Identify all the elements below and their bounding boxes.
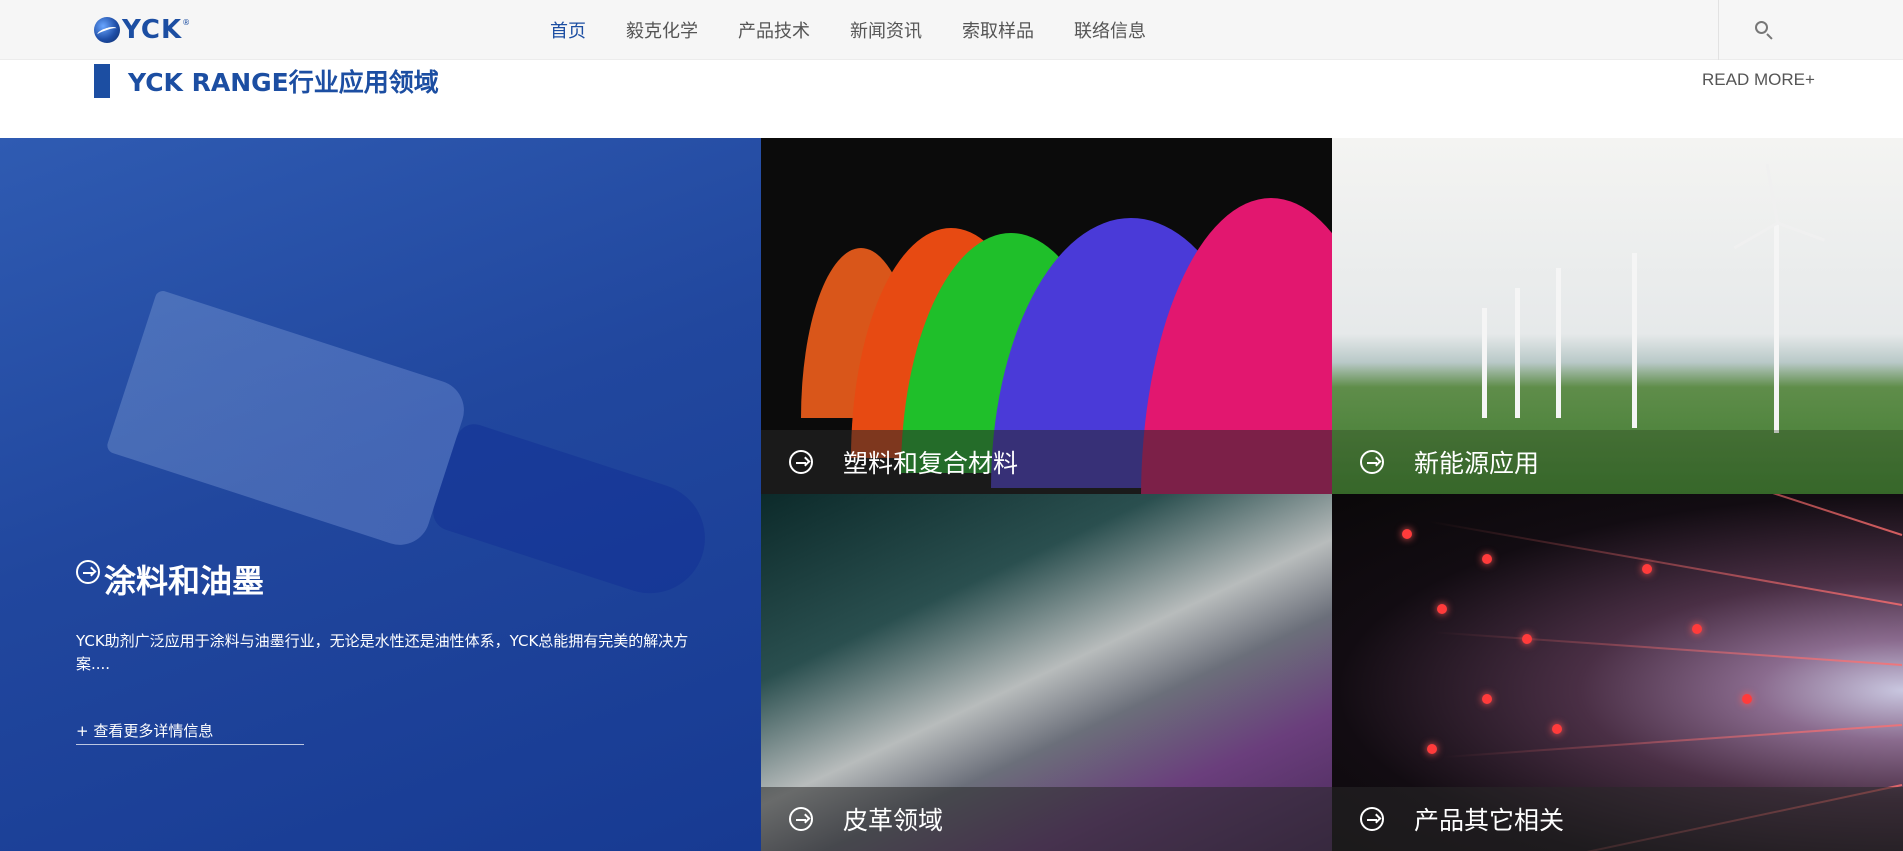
tile-leather[interactable]: 皮革领域: [761, 494, 1332, 851]
tile-label-bar: 皮革领域: [761, 787, 1332, 851]
feature-title-row: 涂料和油墨: [76, 542, 264, 602]
arrow-circle-icon: [1360, 807, 1384, 831]
tile-other-products[interactable]: 产品其它相关: [1332, 494, 1903, 851]
heading-accent-bar: [94, 64, 110, 98]
search-button[interactable]: [1718, 0, 1808, 60]
top-navigation-bar: YCK ® 首页 毅克化学 产品技术 新闻资讯 索取样品 联络信息: [0, 0, 1903, 60]
search-icon: [1754, 21, 1773, 40]
tile-label-bar: 塑料和复合材料: [761, 430, 1332, 494]
nav-item-products[interactable]: 产品技术: [738, 17, 810, 43]
globe-logo-icon: [94, 17, 120, 43]
nav-item-home[interactable]: 首页: [550, 17, 586, 43]
nav-item-contact[interactable]: 联络信息: [1074, 17, 1146, 43]
nav-item-samples[interactable]: 索取样品: [962, 17, 1034, 43]
feature-tile-coatings[interactable]: 涂料和油墨 YCK助剂广泛应用于涂料与油墨行业，无论是水性还是油性体系，YCK总…: [0, 138, 761, 851]
tile-plastics[interactable]: 塑料和复合材料: [761, 138, 1332, 494]
tile-new-energy[interactable]: 新能源应用: [1332, 138, 1903, 494]
section-title: YCK RANGE行业应用领域: [128, 68, 439, 97]
tile-label: 塑料和复合材料: [843, 449, 1019, 478]
section-heading: YCK RANGE行业应用领域: [94, 64, 439, 98]
arrow-circle-icon: [789, 807, 813, 831]
registered-mark: ®: [182, 18, 191, 27]
arrow-circle-icon: [789, 450, 813, 474]
tile-label: 皮革领域: [843, 806, 944, 835]
tile-label-bar: 新能源应用: [1332, 430, 1903, 494]
arrow-circle-icon: [76, 560, 100, 584]
tile-label-bar: 产品其它相关: [1332, 787, 1903, 851]
feature-description: YCK助剂广泛应用于涂料与油墨行业，无论是水性还是油性体系，YCK总能拥有完美的…: [76, 632, 689, 673]
more-details-link[interactable]: + 查看更多详情信息: [76, 720, 304, 745]
logo-text: YCK: [122, 15, 183, 45]
arrow-circle-icon: [1360, 450, 1384, 474]
tile-label: 产品其它相关: [1414, 806, 1565, 835]
nav-item-news[interactable]: 新闻资讯: [850, 17, 922, 43]
tile-label: 新能源应用: [1414, 449, 1540, 478]
brand-logo[interactable]: YCK ®: [94, 14, 190, 46]
feature-title: 涂料和油墨: [104, 562, 265, 600]
main-nav: 首页 毅克化学 产品技术 新闻资讯 索取样品 联络信息: [530, 0, 1166, 60]
read-more-link[interactable]: READ MORE+: [1702, 70, 1815, 90]
nav-item-about[interactable]: 毅克化学: [626, 17, 698, 43]
